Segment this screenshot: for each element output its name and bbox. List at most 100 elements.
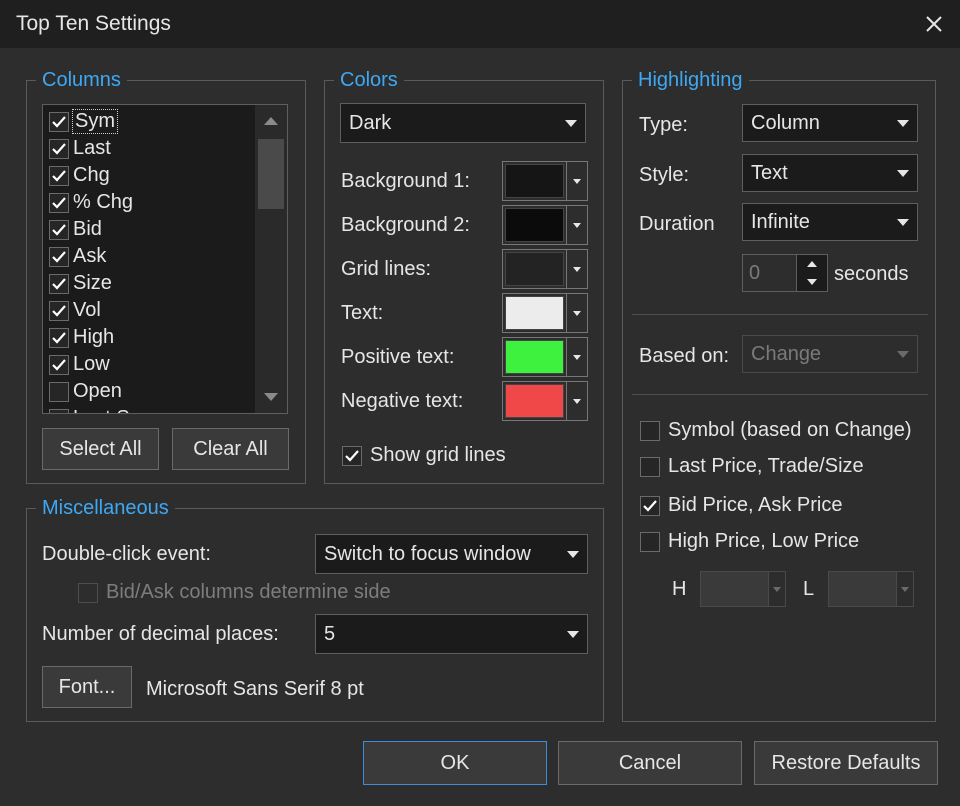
columns-scrollbar[interactable] — [255, 105, 287, 413]
seconds-value: 0 — [749, 261, 761, 284]
highlight-option-checkbox[interactable]: Symbol (based on Change) — [640, 419, 911, 442]
scroll-thumb[interactable] — [258, 139, 284, 209]
column-item-label: Ask — [73, 245, 107, 267]
chevron-down-icon — [889, 155, 917, 191]
font-button[interactable]: Font... — [42, 666, 132, 708]
checkbox-box[interactable] — [640, 531, 660, 552]
color-swatch — [505, 208, 564, 242]
column-item-label: Chg — [73, 164, 110, 186]
checkbox-box[interactable] — [49, 138, 69, 159]
column-list-item[interactable]: Last — [43, 135, 255, 162]
checkmark-icon — [52, 250, 66, 263]
highlight-option-checkbox[interactable]: High Price, Low Price — [640, 530, 859, 553]
style-select[interactable]: Text — [742, 154, 918, 192]
based-on-label: Based on: — [639, 345, 730, 367]
highlight-option-label: High Price, Low Price — [668, 530, 860, 552]
restore-defaults-button[interactable]: Restore Defaults — [754, 741, 938, 785]
column-list-item[interactable]: High — [43, 324, 255, 351]
close-button[interactable] — [918, 8, 950, 40]
column-list-item[interactable]: Low — [43, 351, 255, 378]
column-list-item[interactable]: Chg — [43, 162, 255, 189]
checkbox-box[interactable] — [49, 354, 69, 375]
chevron-down-icon — [768, 572, 785, 606]
color-picker[interactable] — [502, 293, 588, 333]
column-list-item[interactable]: Ask — [43, 243, 255, 270]
checkbox-box[interactable] — [49, 111, 69, 132]
color-picker[interactable] — [502, 337, 588, 377]
decimal-select[interactable]: 5 — [315, 614, 588, 654]
checkmark-icon — [643, 499, 657, 512]
spinner-buttons[interactable] — [796, 255, 827, 291]
column-item-label: Vol — [73, 299, 101, 321]
double-click-select[interactable]: Switch to focus window — [315, 534, 588, 574]
duration-select[interactable]: Infinite — [742, 203, 918, 241]
checkbox-box[interactable] — [342, 445, 362, 466]
h-color-select — [700, 571, 786, 607]
scroll-up-button[interactable] — [255, 105, 287, 137]
checkmark-icon — [52, 331, 66, 344]
color-row-label: Positive text: — [341, 346, 455, 368]
column-list-item[interactable]: Size — [43, 270, 255, 297]
columns-list[interactable]: Sym Last Chg % Chg Bid Ask Size Vol High Low Open L… — [42, 104, 288, 414]
scroll-down-button[interactable] — [255, 381, 287, 413]
highlighting-legend: Highlighting — [632, 69, 749, 91]
type-value: Column — [751, 111, 820, 134]
color-picker[interactable] — [502, 205, 588, 245]
checkbox-box[interactable] — [49, 246, 69, 267]
column-list-item[interactable]: Last S — [43, 405, 255, 413]
arrow-up-icon[interactable] — [807, 261, 817, 267]
l-color-select — [828, 571, 914, 607]
color-scheme-select[interactable]: Dark — [340, 103, 586, 143]
checkbox-box[interactable] — [49, 219, 69, 240]
h-label: H — [672, 578, 687, 600]
column-list-item[interactable]: Bid — [43, 216, 255, 243]
color-picker[interactable] — [502, 381, 588, 421]
separator — [632, 314, 928, 315]
type-select[interactable]: Column — [742, 104, 918, 142]
checkbox-box[interactable] — [49, 381, 69, 402]
highlight-option-checkbox[interactable]: Last Price, Trade/Size — [640, 455, 864, 478]
checkbox-box[interactable] — [640, 495, 660, 516]
color-picker[interactable] — [502, 249, 588, 289]
checkmark-icon — [52, 142, 66, 155]
column-list-item[interactable]: Open — [43, 378, 255, 405]
based-on-value: Change — [751, 342, 822, 365]
column-list-item[interactable]: % Chg — [43, 189, 255, 216]
highlight-option-checkbox[interactable]: Bid Price, Ask Price — [640, 494, 843, 517]
ok-button[interactable]: OK — [363, 741, 547, 785]
column-item-label: Sym — [72, 109, 118, 134]
checkbox-box[interactable] — [49, 165, 69, 186]
bid-ask-checkbox: Bid/Ask columns determine side — [78, 581, 391, 604]
highlight-option-label: Bid Price, Ask Price — [668, 494, 843, 516]
type-label: Type: — [639, 114, 688, 136]
checkbox-box[interactable] — [640, 456, 660, 477]
cancel-button[interactable]: Cancel — [558, 741, 742, 785]
column-item-label: Last — [73, 137, 111, 159]
select-all-button[interactable]: Select All — [42, 428, 159, 470]
arrow-down-icon[interactable] — [807, 279, 817, 285]
chevron-down-icon — [559, 535, 587, 573]
chevron-down-icon — [566, 294, 587, 332]
show-grid-lines-checkbox[interactable]: Show grid lines — [342, 444, 506, 467]
checkbox-box[interactable] — [640, 420, 660, 441]
checkbox-box[interactable] — [49, 273, 69, 294]
chevron-down-icon — [896, 572, 913, 606]
color-picker[interactable] — [502, 161, 588, 201]
column-list-item[interactable]: Vol — [43, 297, 255, 324]
highlight-option-label: Last Price, Trade/Size — [668, 455, 864, 477]
columns-list-items: Sym Last Chg % Chg Bid Ask Size Vol High Low Open L… — [43, 108, 255, 413]
color-swatch — [505, 384, 564, 418]
seconds-spinner[interactable]: 0 — [742, 254, 828, 292]
double-click-label: Double-click event: — [42, 543, 211, 565]
style-value: Text — [751, 161, 788, 184]
decimal-value: 5 — [324, 622, 336, 645]
clear-all-button[interactable]: Clear All — [172, 428, 289, 470]
column-list-item[interactable]: Sym — [43, 108, 255, 135]
column-item-label: Last S — [73, 407, 130, 413]
columns-legend: Columns — [36, 69, 127, 91]
checkbox-box[interactable] — [49, 192, 69, 213]
color-row-label: Background 1: — [341, 170, 470, 192]
checkbox-box[interactable] — [49, 300, 69, 321]
checkbox-box[interactable] — [49, 408, 69, 413]
checkbox-box[interactable] — [49, 327, 69, 348]
